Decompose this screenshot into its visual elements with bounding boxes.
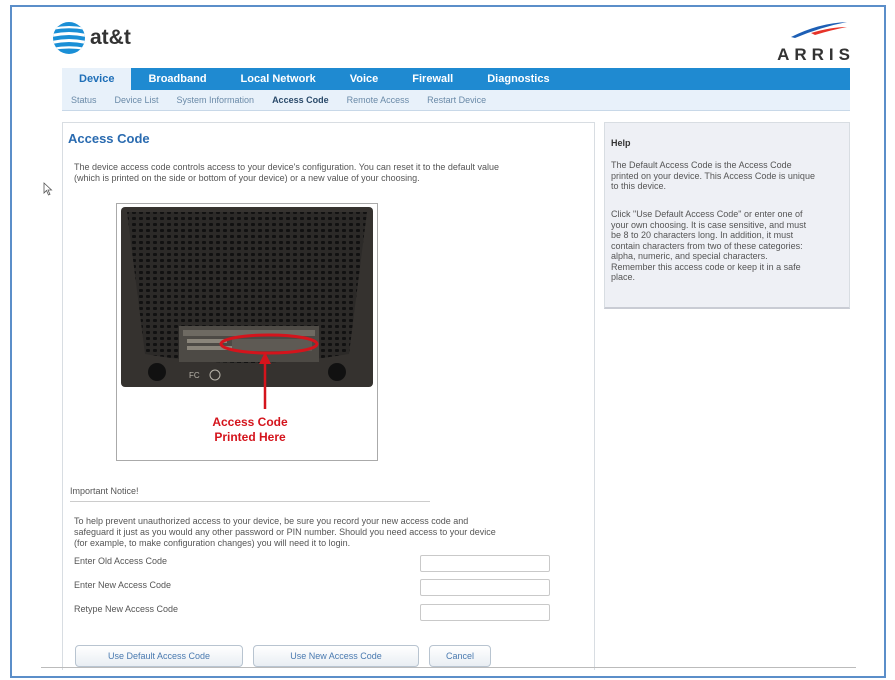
new-code-label: Enter New Access Code [74, 580, 172, 590]
description: The device access code controls access t… [74, 162, 579, 184]
retype-code-input[interactable] [420, 604, 550, 621]
help-line: Remember this access code or keep it in … [611, 261, 801, 272]
device-bottom-image: FC Access Code Printed Here [121, 207, 373, 444]
main-nav: Device Broadband Local Network Voice Fir… [62, 68, 850, 90]
notice-line: safeguard it just as you would any other… [74, 527, 496, 537]
arris-swoosh-icon [791, 22, 847, 38]
header: at&t ARRIS [52, 17, 855, 67]
att-wordmark: at&t [90, 26, 131, 49]
notice-divider [70, 501, 430, 502]
retype-code-label: Retype New Access Code [74, 604, 179, 614]
new-code-input[interactable] [420, 579, 550, 596]
photo-caption-line: Printed Here [214, 430, 286, 444]
help-line: place. [611, 272, 636, 282]
mouse-cursor-icon [43, 182, 53, 196]
help-line: The Default Access Code is the Access Co… [611, 160, 792, 170]
bottom-divider [41, 667, 856, 668]
subtab-device-list[interactable]: Device List [106, 95, 168, 105]
subtab-system-information[interactable]: System Information [168, 95, 264, 105]
page-title: Access Code [68, 131, 150, 146]
use-new-code-button[interactable]: Use New Access Code [253, 645, 419, 667]
device-photo: FC Access Code Printed Here [116, 203, 378, 461]
notice-line: To help prevent unauthorized access to y… [74, 516, 469, 526]
tab-voice[interactable]: Voice [333, 68, 396, 90]
help-line: contain characters from two of these cat… [611, 240, 803, 251]
notice-text: To help prevent unauthorized access to y… [74, 516, 574, 549]
notice-line: (for example, to make configuration chan… [74, 538, 351, 548]
att-logo: at&t [52, 21, 131, 55]
help-line: Click "Use Default Access Code" or enter… [611, 209, 803, 219]
help-line: your own choosing. It is case sensitive,… [611, 219, 807, 230]
subtab-access-code[interactable]: Access Code [263, 95, 338, 105]
use-default-code-button[interactable]: Use Default Access Code [75, 645, 243, 667]
notice-heading: Important Notice! [70, 486, 139, 496]
help-paragraph: The Default Access Code is the Access Co… [611, 160, 847, 192]
svg-text:FC: FC [189, 371, 200, 380]
help-panel: Help The Default Access Code is the Acce… [604, 122, 850, 309]
subtab-remote-access[interactable]: Remote Access [338, 95, 419, 105]
help-line: alpha, numeric, and special characters. [611, 251, 768, 261]
help-line: be 8 to 20 characters long. In addition,… [611, 230, 794, 240]
arris-wordmark: ARRIS [777, 45, 855, 64]
help-title: Help [611, 138, 631, 148]
arris-logo: ARRIS [745, 19, 855, 67]
tab-local-network[interactable]: Local Network [224, 68, 333, 90]
old-code-input[interactable] [420, 555, 550, 572]
main-panel: Access Code The device access code contr… [62, 122, 595, 670]
tab-broadband[interactable]: Broadband [131, 68, 223, 90]
tab-diagnostics[interactable]: Diagnostics [470, 68, 566, 90]
tab-device[interactable]: Device [62, 68, 132, 90]
old-code-label: Enter Old Access Code [74, 556, 168, 566]
sub-nav: Status Device List System Information Ac… [62, 90, 850, 111]
help-line: printed on your device. This Access Code… [611, 170, 815, 181]
cancel-button[interactable]: Cancel [429, 645, 491, 667]
help-line: to this device. [611, 181, 667, 191]
help-paragraph: Click "Use Default Access Code" or enter… [611, 209, 847, 283]
description-line: The device access code controls access t… [74, 162, 499, 172]
tab-firewall[interactable]: Firewall [395, 68, 470, 90]
photo-caption-line: Access Code [212, 415, 288, 429]
subtab-status[interactable]: Status [62, 95, 106, 105]
att-globe-icon [53, 22, 85, 54]
subtab-restart-device[interactable]: Restart Device [418, 95, 495, 105]
description-line: (which is printed on the side or bottom … [74, 173, 420, 183]
